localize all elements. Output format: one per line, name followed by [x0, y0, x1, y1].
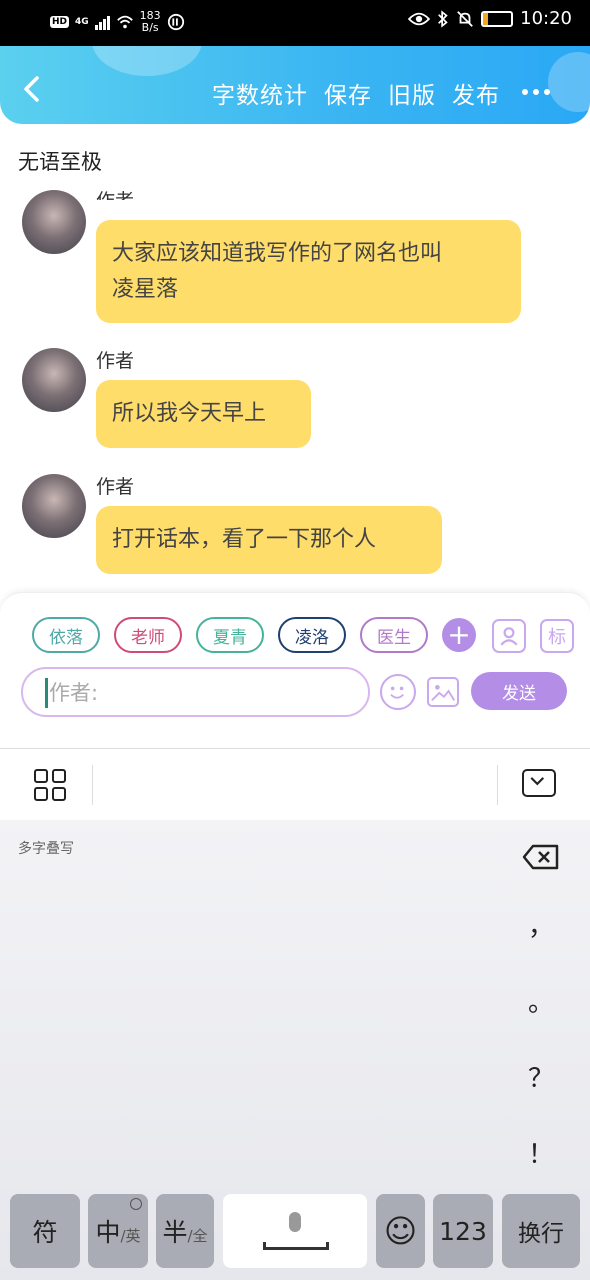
- message-bubble[interactable]: 所以我今天早上: [96, 380, 311, 448]
- avatar[interactable]: [22, 474, 86, 538]
- net-speed-unit: B/s: [141, 21, 159, 34]
- space-key[interactable]: [223, 1194, 367, 1268]
- old-version-button[interactable]: 旧版: [388, 76, 436, 110]
- language-alt-label: /英: [120, 1226, 141, 1245]
- publish-button[interactable]: 发布: [452, 76, 500, 110]
- data-saver-icon: [167, 13, 184, 31]
- bluetooth-icon: [438, 9, 448, 28]
- character-chip[interactable]: 依落: [32, 617, 100, 653]
- battery-level: 17: [490, 13, 505, 24]
- enter-key[interactable]: 换行: [502, 1194, 580, 1268]
- status-bar: HD 4G 183 B/s 17 10:20: [0, 0, 590, 46]
- backspace-icon[interactable]: [522, 844, 560, 870]
- hd-badge: HD: [50, 16, 70, 28]
- microphone-icon: [289, 1212, 301, 1232]
- keyboard-menu-icon[interactable]: [34, 769, 66, 801]
- width-switch-key[interactable]: 半/全: [156, 1194, 214, 1268]
- space-icon: [263, 1242, 329, 1250]
- message-text-line: 大家应该知道我写作的了网名也叫: [112, 241, 443, 266]
- network-type: 4G: [75, 17, 89, 27]
- emoji-key[interactable]: ☺: [376, 1194, 425, 1268]
- signal-icon: [94, 14, 110, 30]
- avatar[interactable]: [22, 348, 86, 412]
- collapse-keyboard-icon[interactable]: [522, 769, 556, 797]
- header-decoration: [548, 52, 590, 112]
- header-actions: 字数统计 保存 旧版 发布: [212, 76, 500, 110]
- text-caret: [45, 678, 48, 708]
- net-speed: 183 B/s: [140, 10, 161, 34]
- keyboard-bottom-row: 符 中/英 半/全 ☺ 123 换行: [0, 1194, 590, 1268]
- message-author: 作者: [96, 350, 135, 372]
- status-left: HD 4G 183 B/s: [50, 10, 185, 34]
- message-bubble[interactable]: 打开话本，看了一下那个人: [96, 506, 442, 574]
- message-input-field[interactable]: [21, 667, 370, 717]
- numbers-key[interactable]: 123: [433, 1194, 493, 1268]
- message-bubble[interactable]: 大家应该知道我写作的了网名也叫 凌星落: [96, 220, 521, 323]
- message-author: 作者: [96, 186, 134, 200]
- message-author: 作者: [96, 476, 135, 498]
- symbols-key[interactable]: 符: [10, 1194, 80, 1268]
- character-chip[interactable]: 凌洛: [278, 617, 346, 653]
- character-chips: 依落 老师 夏青 凌洛 医生 +: [32, 617, 476, 653]
- send-button[interactable]: 发送: [471, 672, 567, 710]
- comma-key[interactable]: ，: [526, 906, 556, 943]
- more-icon[interactable]: [522, 89, 550, 95]
- image-icon[interactable]: [427, 677, 459, 707]
- character-chip[interactable]: 老师: [114, 617, 182, 653]
- message-text-line: 打开话本，看了一下那个人: [112, 527, 377, 552]
- toolbar-divider: [497, 765, 498, 805]
- document-title[interactable]: 无语至极: [18, 146, 102, 176]
- character-chip[interactable]: 夏青: [196, 617, 264, 653]
- composer-panel: 依落 老师 夏青 凌洛 医生 + 标: [0, 592, 590, 750]
- exclamation-key[interactable]: ！: [526, 1134, 556, 1171]
- message-input[interactable]: [49, 675, 349, 711]
- globe-icon: [130, 1198, 142, 1210]
- character-profile-icon[interactable]: [492, 619, 526, 653]
- word-count-button[interactable]: 字数统计: [212, 76, 308, 110]
- save-button[interactable]: 保存: [324, 76, 372, 110]
- battery-icon: 17: [481, 10, 514, 27]
- character-chip[interactable]: 医生: [360, 617, 428, 653]
- header-decoration: [92, 46, 202, 76]
- avatar[interactable]: [22, 190, 86, 254]
- period-key[interactable]: 。: [526, 982, 556, 1019]
- language-main-label: 中: [95, 1218, 121, 1247]
- mute-bell-icon: [457, 10, 473, 27]
- mark-button[interactable]: 标: [540, 619, 574, 653]
- width-alt-label: /全: [187, 1226, 208, 1245]
- add-character-button[interactable]: +: [442, 618, 476, 652]
- width-main-label: 半: [162, 1218, 188, 1247]
- toolbar-divider: [92, 765, 93, 805]
- question-key[interactable]: ？: [526, 1058, 556, 1095]
- handwriting-mode-label: 多字叠写: [18, 841, 74, 857]
- eye-icon: [408, 12, 431, 25]
- message-text-line: 凌星落: [112, 277, 179, 302]
- clock: 10:20: [520, 8, 572, 29]
- keyboard-toolbar: [0, 748, 590, 820]
- wifi-icon: [116, 15, 133, 29]
- status-right: 17 10:20: [408, 8, 572, 29]
- emoji-icon[interactable]: [380, 674, 416, 710]
- language-switch-key[interactable]: 中/英: [88, 1194, 148, 1268]
- message-text-line: 所以我今天早上: [112, 401, 267, 426]
- app-header: 字数统计 保存 旧版 发布: [0, 46, 590, 124]
- back-icon[interactable]: [18, 74, 48, 104]
